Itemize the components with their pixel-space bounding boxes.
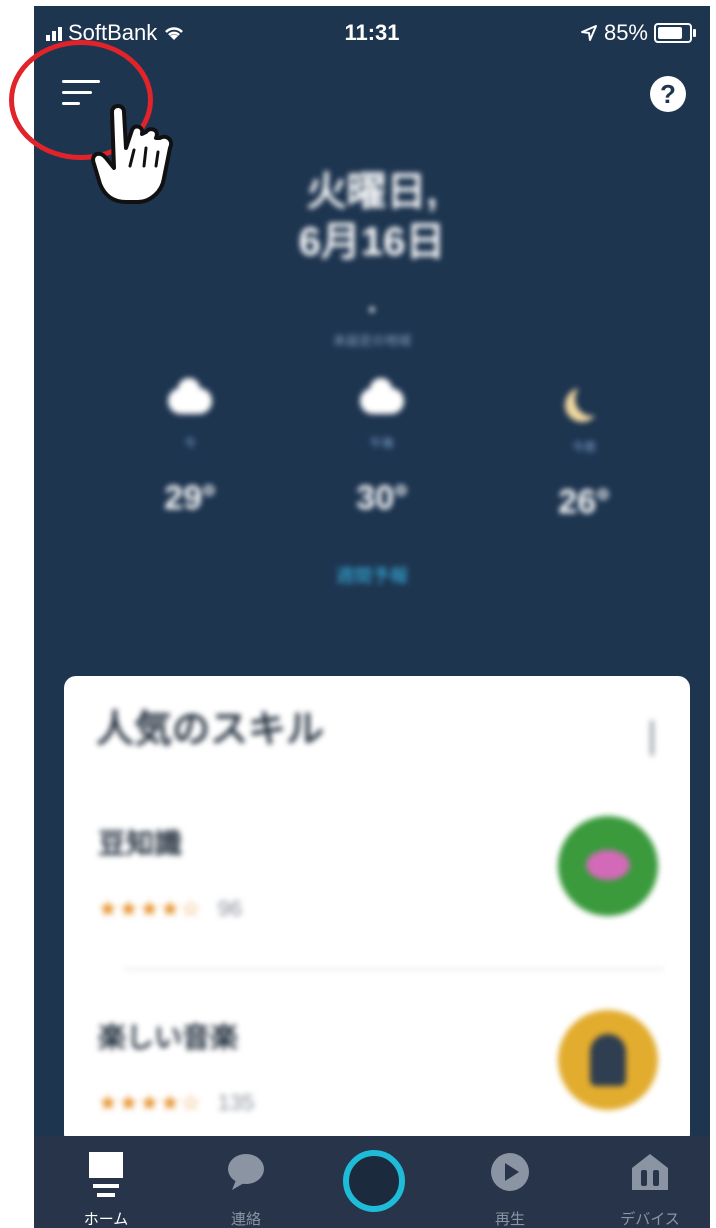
location-arrow-icon [580,25,597,41]
weather-temp: 26° [558,483,610,521]
location-mark-icon: ● [368,302,376,316]
nav-label: 連絡 [230,1211,261,1228]
nav-label: 再生 [494,1211,525,1228]
devices-icon [632,1154,668,1190]
popular-skills-card: 人気のスキル 豆知識 ★★★★☆ 96 楽しい音楽 ★★★★☆ 135 [64,676,690,1146]
weather-date: 6月16日 [298,220,446,264]
weather-condition: 今夜 [571,440,596,454]
cloud-icon [360,378,404,414]
chat-bubble-icon [228,1154,264,1190]
rating-count: 135 [217,1090,255,1115]
battery-percent: 85% [603,20,648,45]
weather-temp: 29° [164,479,216,517]
bottom-navigation: ホーム 連絡 再生 デバイス [34,1136,710,1228]
screenshot-border-left [0,0,34,1228]
weather-condition: 今 [183,436,196,450]
skill-icon [558,816,658,916]
cloud-icon [168,378,212,414]
alexa-ring-icon[interactable] [343,1150,405,1212]
status-right: 85% [580,20,696,46]
screenshot-border-right [710,0,716,1228]
weather-column-now: 今 29° [130,378,250,518]
more-options-icon[interactable] [650,720,654,756]
battery-icon [654,23,696,43]
status-bar: SoftBank 11:31 85% [34,6,710,56]
card-title: 人気のスキル [96,709,325,751]
weather-condition: 午後 [369,436,394,450]
weather-column-afternoon: 午後 30° [322,378,442,518]
divider [124,968,664,970]
play-icon [491,1153,529,1191]
weather-location: 未設定の地域 [332,333,411,348]
skill-item[interactable]: 豆知識 ★★★★☆ 96 [98,816,658,952]
skill-icon [558,1010,658,1110]
pointing-hand-icon [91,104,173,204]
nav-play[interactable]: 再生 [450,1136,570,1228]
home-icon [89,1152,123,1197]
nav-home[interactable]: ホーム [46,1136,166,1228]
nav-devices[interactable]: デバイス [590,1136,710,1228]
nav-communicate[interactable]: 連絡 [186,1136,306,1228]
help-button[interactable]: ? [650,76,686,112]
skill-item[interactable]: 楽しい音楽 ★★★★☆ 135 [98,1010,658,1146]
nav-label: ホーム [83,1211,129,1228]
forecast-link[interactable]: 週間予報 [34,562,710,588]
rating-count: 96 [217,896,243,921]
weather-temp: 30° [356,479,408,517]
nav-label: デバイス [620,1211,680,1228]
moon-icon [575,382,609,416]
weather-column-tonight: 今夜 26° [524,382,644,522]
star-rating-icon: ★★★★☆ [98,896,202,921]
star-rating-icon: ★★★★☆ [98,1090,202,1115]
